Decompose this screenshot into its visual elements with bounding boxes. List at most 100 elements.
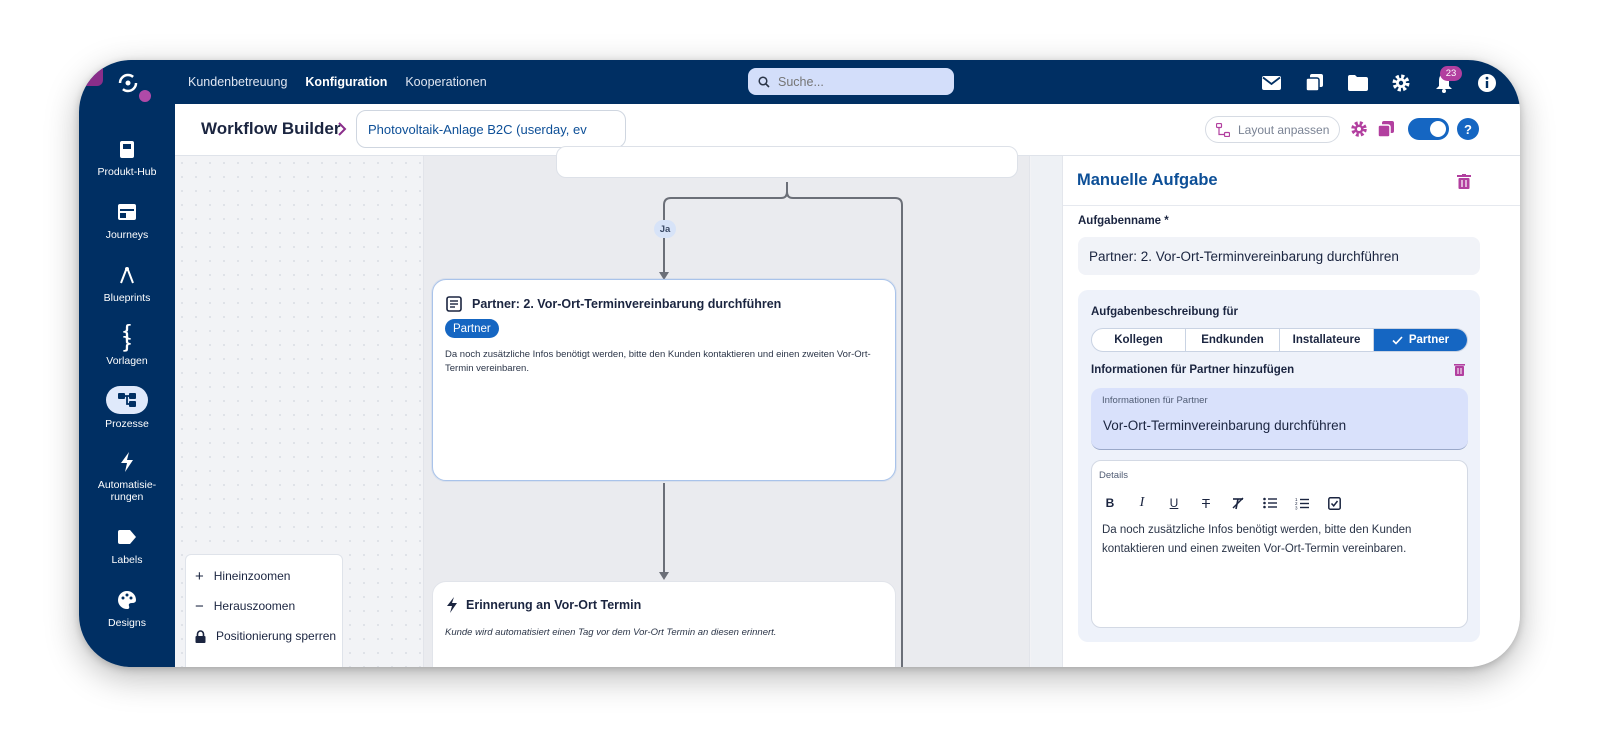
folder-icon[interactable] <box>1346 71 1369 94</box>
main-navigation: Kundenbetreuung Konfiguration Kooperatio… <box>188 75 487 89</box>
minus-icon: − <box>195 597 204 615</box>
task-name-input[interactable] <box>1078 237 1480 275</box>
nav-item-kooperationen[interactable]: Kooperationen <box>405 75 486 89</box>
sidebar-item-prozesse[interactable]: Prozesse <box>79 386 175 430</box>
reminder-node-description: Kunde wird automatisiert einen Tag vor d… <box>445 627 777 638</box>
curly-braces-icon: { } <box>121 322 133 354</box>
tab-partner[interactable]: Partner <box>1374 329 1467 351</box>
bullet-list-icon[interactable] <box>1258 492 1282 514</box>
zoom-out-button[interactable]: − Herauszoomen <box>186 591 342 621</box>
search-input[interactable] <box>778 74 928 89</box>
workflow-settings-gear-icon[interactable] <box>1350 120 1368 138</box>
partner-node-description: Da noch zusätzliche Infos benötigt werde… <box>445 349 871 374</box>
workflow-canvas[interactable]: Ja Partner: 2. Vor-Ort-Terminvereinbarun… <box>175 146 1031 667</box>
mail-icon[interactable] <box>1260 71 1283 94</box>
panel-divider <box>1063 205 1520 206</box>
search-box[interactable] <box>748 68 954 95</box>
info-icon[interactable] <box>1475 71 1498 94</box>
underline-icon[interactable]: U <box>1162 492 1186 514</box>
lightning-icon <box>447 597 457 613</box>
node-title: Erinnerung an Vor-Ort Termin <box>446 597 641 613</box>
node-title: Partner: 2. Vor-Ort-Terminvereinbarung d… <box>446 296 781 312</box>
info-heading: Informationen für Partner hinzufügen <box>1091 364 1295 376</box>
book-icon <box>116 138 138 160</box>
delete-task-trash-icon[interactable] <box>1457 174 1471 189</box>
svg-text:3: 3 <box>1295 505 1298 510</box>
tab-partner-label: Partner <box>1408 334 1450 346</box>
top-toolbar-icons: 23 <box>1260 66 1498 94</box>
clear-formatting-icon[interactable] <box>1226 492 1250 514</box>
partner-info-field[interactable]: Informationen für Partner Vor-Ort-Termin… <box>1091 388 1468 450</box>
account-badge-icon[interactable] <box>137 88 153 104</box>
tab-kollegen[interactable]: Kollegen <box>1092 329 1186 351</box>
audience-segmented-control: Kollegen Endkunden Installateure Partner <box>1091 328 1468 352</box>
sidebar-item-label: Produkt-Hub <box>97 166 157 178</box>
partner-task-node[interactable]: Partner: 2. Vor-Ort-Terminvereinbarung d… <box>432 279 896 481</box>
strikethrough-icon[interactable]: T <box>1194 492 1218 514</box>
top-navigation-bar: Kundenbetreuung Konfiguration Kooperatio… <box>79 60 1520 104</box>
sidebar-item-label: Journeys <box>105 229 149 241</box>
sidebar-item-blueprints[interactable]: Blueprints <box>79 264 175 304</box>
copy-documents-icon[interactable] <box>1303 71 1326 94</box>
corner-tag <box>79 60 103 86</box>
sidebar-item-label: Blueprints <box>103 292 151 304</box>
notification-bell-icon[interactable]: 23 <box>1432 66 1462 94</box>
duplicate-icon[interactable] <box>1377 120 1395 138</box>
workflow-select[interactable]: Photovoltaik-Anlage B2C (userday, ev <box>356 110 626 148</box>
checkmark-icon <box>1392 335 1403 345</box>
sidebar-item-produkt-hub[interactable]: Produkt-Hub <box>79 138 175 178</box>
editor-toolbar: B I U T 123 <box>1098 492 1346 514</box>
lock-position-button[interactable]: Positionierung sperren <box>186 621 342 651</box>
zoom-in-button[interactable]: + Hineinzoomen <box>186 561 342 591</box>
search-icon <box>758 75 770 88</box>
details-label: Details <box>1099 470 1129 481</box>
task-details-panel: Manuelle Aufgabe Aufgabenname * Aufgaben… <box>1062 156 1520 667</box>
numbered-list-icon[interactable]: 123 <box>1290 492 1314 514</box>
tab-installateure[interactable]: Installateure <box>1280 329 1374 351</box>
palette-icon <box>116 589 138 611</box>
italic-icon[interactable]: I <box>1130 492 1154 514</box>
lightning-icon <box>116 451 138 473</box>
zoom-controls-menu: + Hineinzoomen − Herauszoomen Positionie… <box>185 554 343 667</box>
view-toggle-switch[interactable] <box>1408 118 1449 140</box>
process-tree-icon <box>106 386 148 414</box>
notification-count-badge: 23 <box>1440 66 1462 81</box>
reminder-automation-node[interactable]: Erinnerung an Vor-Ort Termin Kunde wird … <box>432 581 896 667</box>
details-text: Da noch zusätzliche Infos benötigt werde… <box>1102 524 1412 555</box>
sidebar-item-vorlagen[interactable]: { } Vorlagen <box>79 322 175 368</box>
description-for-label: Aufgabenbeschreibung für <box>1091 306 1238 318</box>
browser-window-icon <box>116 201 138 223</box>
reminder-node-title: Erinnerung an Vor-Ort Termin <box>466 598 642 612</box>
delete-info-trash-icon[interactable] <box>1454 363 1465 376</box>
task-name-label: Aufgabenname * <box>1078 215 1169 227</box>
zoom-out-label: Herauszoomen <box>213 599 296 613</box>
compass-icon <box>116 264 138 286</box>
sidebar-item-label: Automatisie- rungen <box>97 479 157 503</box>
sidebar-item-automatisierungen[interactable]: Automatisie- rungen <box>79 451 175 503</box>
details-rich-text-editor[interactable]: Details B I U T 123 Da noch zusätzliche … <box>1091 460 1468 628</box>
panel-title: Manuelle Aufgabe <box>1077 171 1218 189</box>
sidebar-item-journeys[interactable]: Journeys <box>79 201 175 241</box>
nav-item-konfiguration[interactable]: Konfiguration <box>305 75 387 89</box>
page-title: Workflow Builder <box>201 119 341 138</box>
layout-anpassen-button[interactable]: Layout anpassen <box>1205 116 1340 143</box>
settings-gear-icon[interactable] <box>1389 71 1412 94</box>
sidebar-item-designs[interactable]: Designs <box>79 589 175 629</box>
app-window: Kundenbetreuung Konfiguration Kooperatio… <box>79 60 1520 667</box>
partner-node-title: Partner: 2. Vor-Ort-Terminvereinbarung d… <box>472 297 782 311</box>
left-sidebar: Produkt-Hub Journeys Blueprints { } Vorl… <box>79 104 175 667</box>
sidebar-item-labels[interactable]: Labels <box>79 526 175 566</box>
nav-item-kundenbetreuung[interactable]: Kundenbetreuung <box>188 75 287 89</box>
plus-icon: + <box>195 567 204 585</box>
branch-label-ja: Ja <box>654 220 676 238</box>
sidebar-item-label: Vorlagen <box>106 355 148 367</box>
info-field-value: Vor-Ort-Terminvereinbarung durchführen <box>1103 418 1347 433</box>
checklist-icon[interactable] <box>1322 492 1346 514</box>
zoom-in-label: Hineinzoomen <box>213 569 291 583</box>
sidebar-item-label: Labels <box>111 554 143 566</box>
role-badge: Partner <box>445 319 499 338</box>
help-icon[interactable]: ? <box>1457 118 1479 140</box>
tab-endkunden[interactable]: Endkunden <box>1186 329 1280 351</box>
lock-icon <box>195 629 206 643</box>
bold-icon[interactable]: B <box>1098 492 1122 514</box>
